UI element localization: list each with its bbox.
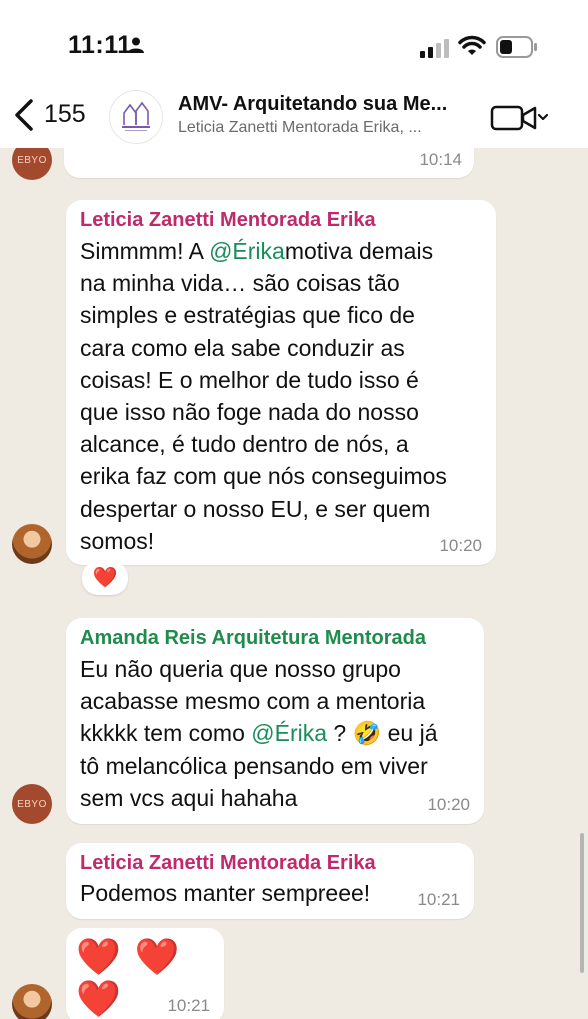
mention-link[interactable]: @Érika <box>251 720 327 746</box>
back-chevron-icon[interactable] <box>12 98 36 132</box>
text-line: despertar o nosso EU, e ser quem <box>80 495 431 522</box>
cellular-signal-icon <box>420 39 449 58</box>
message-time: 10:21 <box>417 890 460 909</box>
message-text: Podemos manter sempreee! <box>80 880 371 906</box>
group-title[interactable]: AMV- Arquitetando sua Me... <box>178 93 473 116</box>
person-icon <box>128 37 144 53</box>
message-time: 10:20 <box>439 536 482 555</box>
scrollbar[interactable] <box>580 833 584 973</box>
text-line: ? 🤣 eu já <box>327 720 438 747</box>
avatar-label: EBYO <box>17 798 47 810</box>
text-line: na minha vida… são coisas tão <box>80 270 400 297</box>
text-line: que isso não foge nada do nosso <box>80 399 419 426</box>
message-bubble[interactable]: ❤️ ❤️ ❤️ 10:21 <box>66 928 224 1019</box>
message-bubble[interactable]: Leticia Zanetti Mentorada Erika Simmmm! … <box>66 200 496 565</box>
text-line: alcance, é tudo dentro de nós, a <box>80 431 409 458</box>
text-line: simples e estratégias que fico de <box>80 302 415 329</box>
clock: 11:11 <box>68 31 132 59</box>
status-bar: 11:11 <box>0 0 588 88</box>
battery-icon <box>496 36 537 58</box>
message-bubble[interactable]: Amanda Reis Arquitetura Mentorada Eu não… <box>66 618 484 824</box>
wifi-icon <box>458 35 486 55</box>
avatar[interactable] <box>12 524 52 564</box>
text-line: coisas! E o melhor de tudo isso é <box>80 366 419 393</box>
message-bubble[interactable]: 10:14 <box>64 148 474 178</box>
sender-name[interactable]: Amanda Reis Arquitetura Mentorada <box>80 627 426 650</box>
avatar-label: EBYO <box>17 154 47 166</box>
avatar[interactable]: EBYO <box>12 784 52 824</box>
chat-header: 155 AMV- Arquitetando sua Me... Leticia … <box>0 88 588 148</box>
avatar[interactable] <box>12 984 52 1019</box>
unread-count[interactable]: 155 <box>44 100 86 129</box>
message-time: 10:14 <box>419 150 462 169</box>
video-call-icon[interactable] <box>490 102 552 134</box>
text-line: Eu não queria que nosso grupo <box>80 656 401 682</box>
text-line: kkkkk tem como <box>80 720 252 747</box>
message-bubble[interactable]: Leticia Zanetti Mentorada Erika Podemos … <box>66 843 474 919</box>
message-text: Simmmm! A @Érikamotiva demais na minha v… <box>80 235 490 557</box>
text-line: cara como ela sabe conduzir as <box>80 334 405 361</box>
message-time: 10:20 <box>427 795 470 814</box>
message-time: 10:21 <box>167 996 210 1015</box>
chat-area[interactable]: EBYO 10:14 Leticia Zanetti Mentorada Eri… <box>0 148 588 1019</box>
text-line: acabasse mesmo com a mentoria <box>80 688 426 715</box>
mention-link[interactable]: @Érika <box>209 238 285 264</box>
text-line: erika faz com que nós conseguimos <box>80 463 447 490</box>
text-line: tô melancólica pensando em viver <box>80 752 428 779</box>
text-line: motiva demais <box>284 238 434 264</box>
reaction-badge[interactable]: ❤️ <box>82 561 128 595</box>
text-line: Simmmm! A <box>80 238 210 264</box>
sender-name[interactable]: Leticia Zanetti Mentorada Erika <box>80 852 376 875</box>
text-line: sem vcs aqui hahaha <box>80 784 298 811</box>
message-text: Eu não queria que nosso grupo acabasse m… <box>80 653 480 814</box>
group-avatar[interactable] <box>109 90 163 144</box>
sender-name[interactable]: Leticia Zanetti Mentorada Erika <box>80 209 376 232</box>
text-line: somos! <box>80 527 155 554</box>
group-logo-icon <box>122 101 150 131</box>
group-participants[interactable]: Leticia Zanetti Mentorada Erika, ... <box>178 119 468 137</box>
avatar[interactable]: EBYO <box>12 148 52 180</box>
